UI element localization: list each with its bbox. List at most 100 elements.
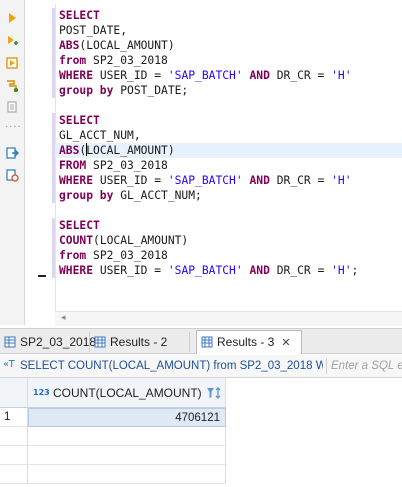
tab-label: Results - 2 [110,335,168,349]
code-line[interactable]: ABS(LOCAL_AMOUNT) [55,143,402,158]
sql-string: 'SAP_BATCH' [167,174,243,187]
column-header[interactable]: 123 COUNT(LOCAL_AMOUNT) [28,378,226,408]
sql-identifier: SP2_03_2018 [86,249,168,262]
tab-label: Results - 3 [217,335,275,349]
sql-keyword: SELECT [59,114,100,127]
sql-identifier: (LOCAL_AMOUNT) [79,39,175,52]
sql-keyword: group by [59,84,114,97]
sql-keyword: from [59,249,87,262]
empty-row [0,427,226,446]
tab-results-2[interactable]: Results - 2 [90,332,190,352]
results-tabs: SP2_03_2018 Results - 2 Results - 3 ✕ [0,328,402,354]
sql-identifier: POST_DATE; [113,84,189,97]
code-line[interactable]: GL_ACCT_NUM, [59,128,402,143]
code-line[interactable]: from SP2_03_2018 [59,248,402,263]
code-line[interactable]: SELECT [59,113,402,128]
sql-identifier: USER_ID = [93,174,168,187]
sql-keyword: ABS [59,39,80,52]
row-number-header [0,378,28,408]
sql-string: 'H' [331,264,352,277]
editor-toolbar: .... [0,0,25,325]
sql-identifier: SP2_03_2018 [86,159,168,172]
more-icon[interactable]: .... [5,120,21,134]
empty-row [0,465,226,484]
sql-keyword: from [59,54,87,67]
code-line[interactable]: COUNT(LOCAL_AMOUNT) [59,233,402,248]
code-line[interactable]: from SP2_03_2018 [59,53,402,68]
sql-identifier: ; [351,264,359,277]
empty-cell [28,427,226,446]
empty-cell [28,465,226,484]
sql-keyword: COUNT [59,234,94,247]
sql-identifier: DR_CR = [269,264,332,277]
table-row[interactable]: 1 4706121 [0,408,226,427]
row-number [0,446,28,465]
grid-icon [201,336,213,348]
sql-keyword: AND [249,69,270,82]
blank-line[interactable] [59,203,402,218]
fold-guide [55,4,56,314]
row-number [0,427,28,446]
execute-statement-icon[interactable] [5,11,19,25]
code-line[interactable]: WHERE USER_ID = 'SAP_BATCH' AND DR_CR = … [59,68,402,83]
filter-query-icon: «T [3,359,15,370]
history-icon[interactable] [5,168,19,182]
empty-cell [28,446,226,465]
sql-keyword: WHERE [59,174,94,187]
empty-row [0,446,226,465]
filter-expression-input[interactable] [331,358,402,374]
sql-string: 'H' [331,174,352,187]
close-icon[interactable]: ✕ [281,337,290,349]
sql-identifier: USER_ID = [93,264,168,277]
execute-script-icon[interactable] [5,34,19,48]
export-icon[interactable] [5,146,19,160]
sql-editor[interactable]: .... SELECT POST_DATE, ABS(LOCAL_AMOUNT) fr… [0,0,402,326]
load-script-icon[interactable] [5,100,19,114]
blank-line[interactable] [59,98,402,113]
sql-keyword: group by [59,189,114,202]
sql-string: 'SAP_BATCH' [167,264,243,277]
filter-bar: «T SELECT COUNT(LOCAL_AMOUNT) from SP2_0… [0,355,402,378]
row-number: 1 [0,408,28,427]
query-block-marker [52,8,55,98]
grid-icon [94,336,106,348]
tab-sp2-03-2018[interactable]: SP2_03_2018 [0,332,96,352]
query-block-marker [52,218,55,278]
sql-code[interactable]: SELECT POST_DATE, ABS(LOCAL_AMOUNT) from SP… [55,8,402,278]
code-line[interactable]: WHERE USER_ID = 'SAP_BATCH' AND DR_CR = … [59,263,402,278]
code-line[interactable]: FROM SP2_03_2018 [59,158,402,173]
sql-identifier: USER_ID = [93,69,168,82]
sql-identifier: GL_ACCT_NUM; [113,189,202,202]
sql-identifier: DR_CR = [269,174,332,187]
code-line[interactable]: ABS(LOCAL_AMOUNT) [59,38,402,53]
row-number [0,465,28,484]
sql-keyword: SELECT [59,219,100,232]
sql-identifier: SP2_03_2018 [86,54,168,67]
execute-in-new-tab-icon[interactable] [5,56,19,70]
sql-string: 'SAP_BATCH' [167,69,243,82]
scroll-left-icon[interactable]: ◂ [61,313,66,323]
code-line[interactable]: group by POST_DATE; [59,83,402,98]
sql-keyword: FROM [59,159,87,172]
result-cell[interactable]: 4706121 [28,408,226,427]
explain-plan-icon[interactable] [5,79,19,93]
code-line[interactable]: SELECT [59,218,402,233]
tab-results-3[interactable]: Results - 3 ✕ [196,330,302,354]
code-line[interactable]: WHERE USER_ID = 'SAP_BATCH' AND DR_CR = … [59,173,402,188]
numeric-type-badge: 123 [33,388,50,397]
code-line[interactable]: group by GL_ACCT_NUM; [59,188,402,203]
tab-label: SP2_03_2018 [20,335,97,349]
filter-sort-icon[interactable] [206,385,222,401]
sql-identifier: GL_ACCT_NUM, [59,129,141,142]
sql-keyword: WHERE [59,69,94,82]
sql-keyword: AND [249,264,270,277]
code-line[interactable]: POST_DATE, [59,23,402,38]
results-grid: 123 COUNT(LOCAL_AMOUNT) 1 4706121 [0,378,402,487]
column-name: COUNT(LOCAL_AMOUNT) [53,386,202,400]
sql-keyword: AND [249,174,270,187]
code-line[interactable]: SELECT [59,8,402,23]
sql-identifier: DR_CR = [269,69,332,82]
table-icon [4,336,16,348]
sql-identifier: POST_DATE, [59,24,128,37]
horizontal-scrollbar[interactable]: ◂ [55,311,402,326]
